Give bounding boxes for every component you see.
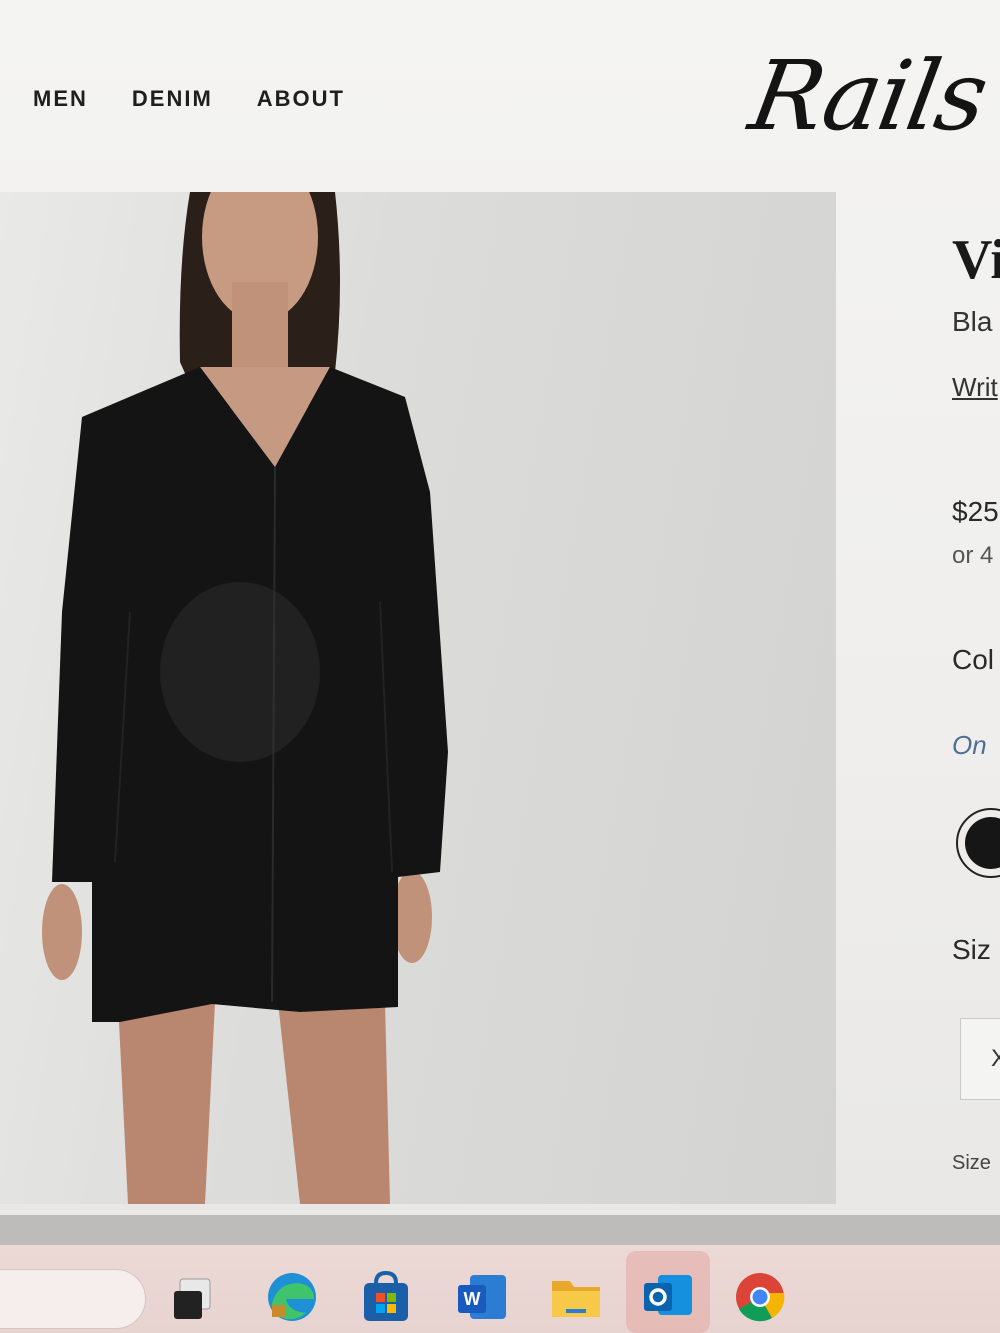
product-price: $25 xyxy=(952,496,999,527)
product-color-name: Bla xyxy=(952,306,993,337)
screen-bezel xyxy=(0,1215,1000,1245)
size-option-label: X xyxy=(991,1045,1000,1072)
nav-denim[interactable]: DENIM xyxy=(132,86,213,112)
outlook-icon[interactable] xyxy=(640,1269,696,1325)
file-explorer-icon[interactable] xyxy=(548,1269,604,1325)
stock-note: On xyxy=(952,730,987,760)
nav-men[interactable]: MEN xyxy=(33,86,88,112)
word-icon[interactable]: W xyxy=(454,1269,510,1325)
size-guide-link[interactable]: Size xyxy=(952,1152,991,1175)
color-swatch-black[interactable] xyxy=(956,808,1000,878)
task-view-icon[interactable] xyxy=(170,1269,226,1325)
taskbar-search-box[interactable] xyxy=(0,1269,146,1329)
edge-icon[interactable] xyxy=(264,1269,320,1325)
windows-taskbar: W xyxy=(0,1245,1000,1333)
nav-about[interactable]: ABOUT xyxy=(257,86,345,112)
size-label: Siz xyxy=(952,934,991,965)
chrome-icon[interactable] xyxy=(732,1269,788,1325)
color-label: Col xyxy=(952,644,995,675)
product-image[interactable] xyxy=(0,192,836,1204)
svg-text:W: W xyxy=(464,1289,481,1309)
brand-logo[interactable]: Rails xyxy=(742,40,994,152)
store-icon[interactable] xyxy=(358,1269,414,1325)
model-wearing-dress-illustration xyxy=(42,192,448,1204)
installments-note: or 4 xyxy=(952,542,994,569)
top-navigation: MEN DENIM ABOUT xyxy=(33,86,345,112)
browser-viewport: MEN DENIM ABOUT Rails Vi Bla Writ $25 or… xyxy=(0,0,1000,1215)
product-title: Vi xyxy=(952,229,1000,291)
write-review-link[interactable]: Writ xyxy=(952,372,998,403)
swatch-fill xyxy=(965,817,1000,869)
size-option-button[interactable]: X xyxy=(960,1018,1000,1100)
